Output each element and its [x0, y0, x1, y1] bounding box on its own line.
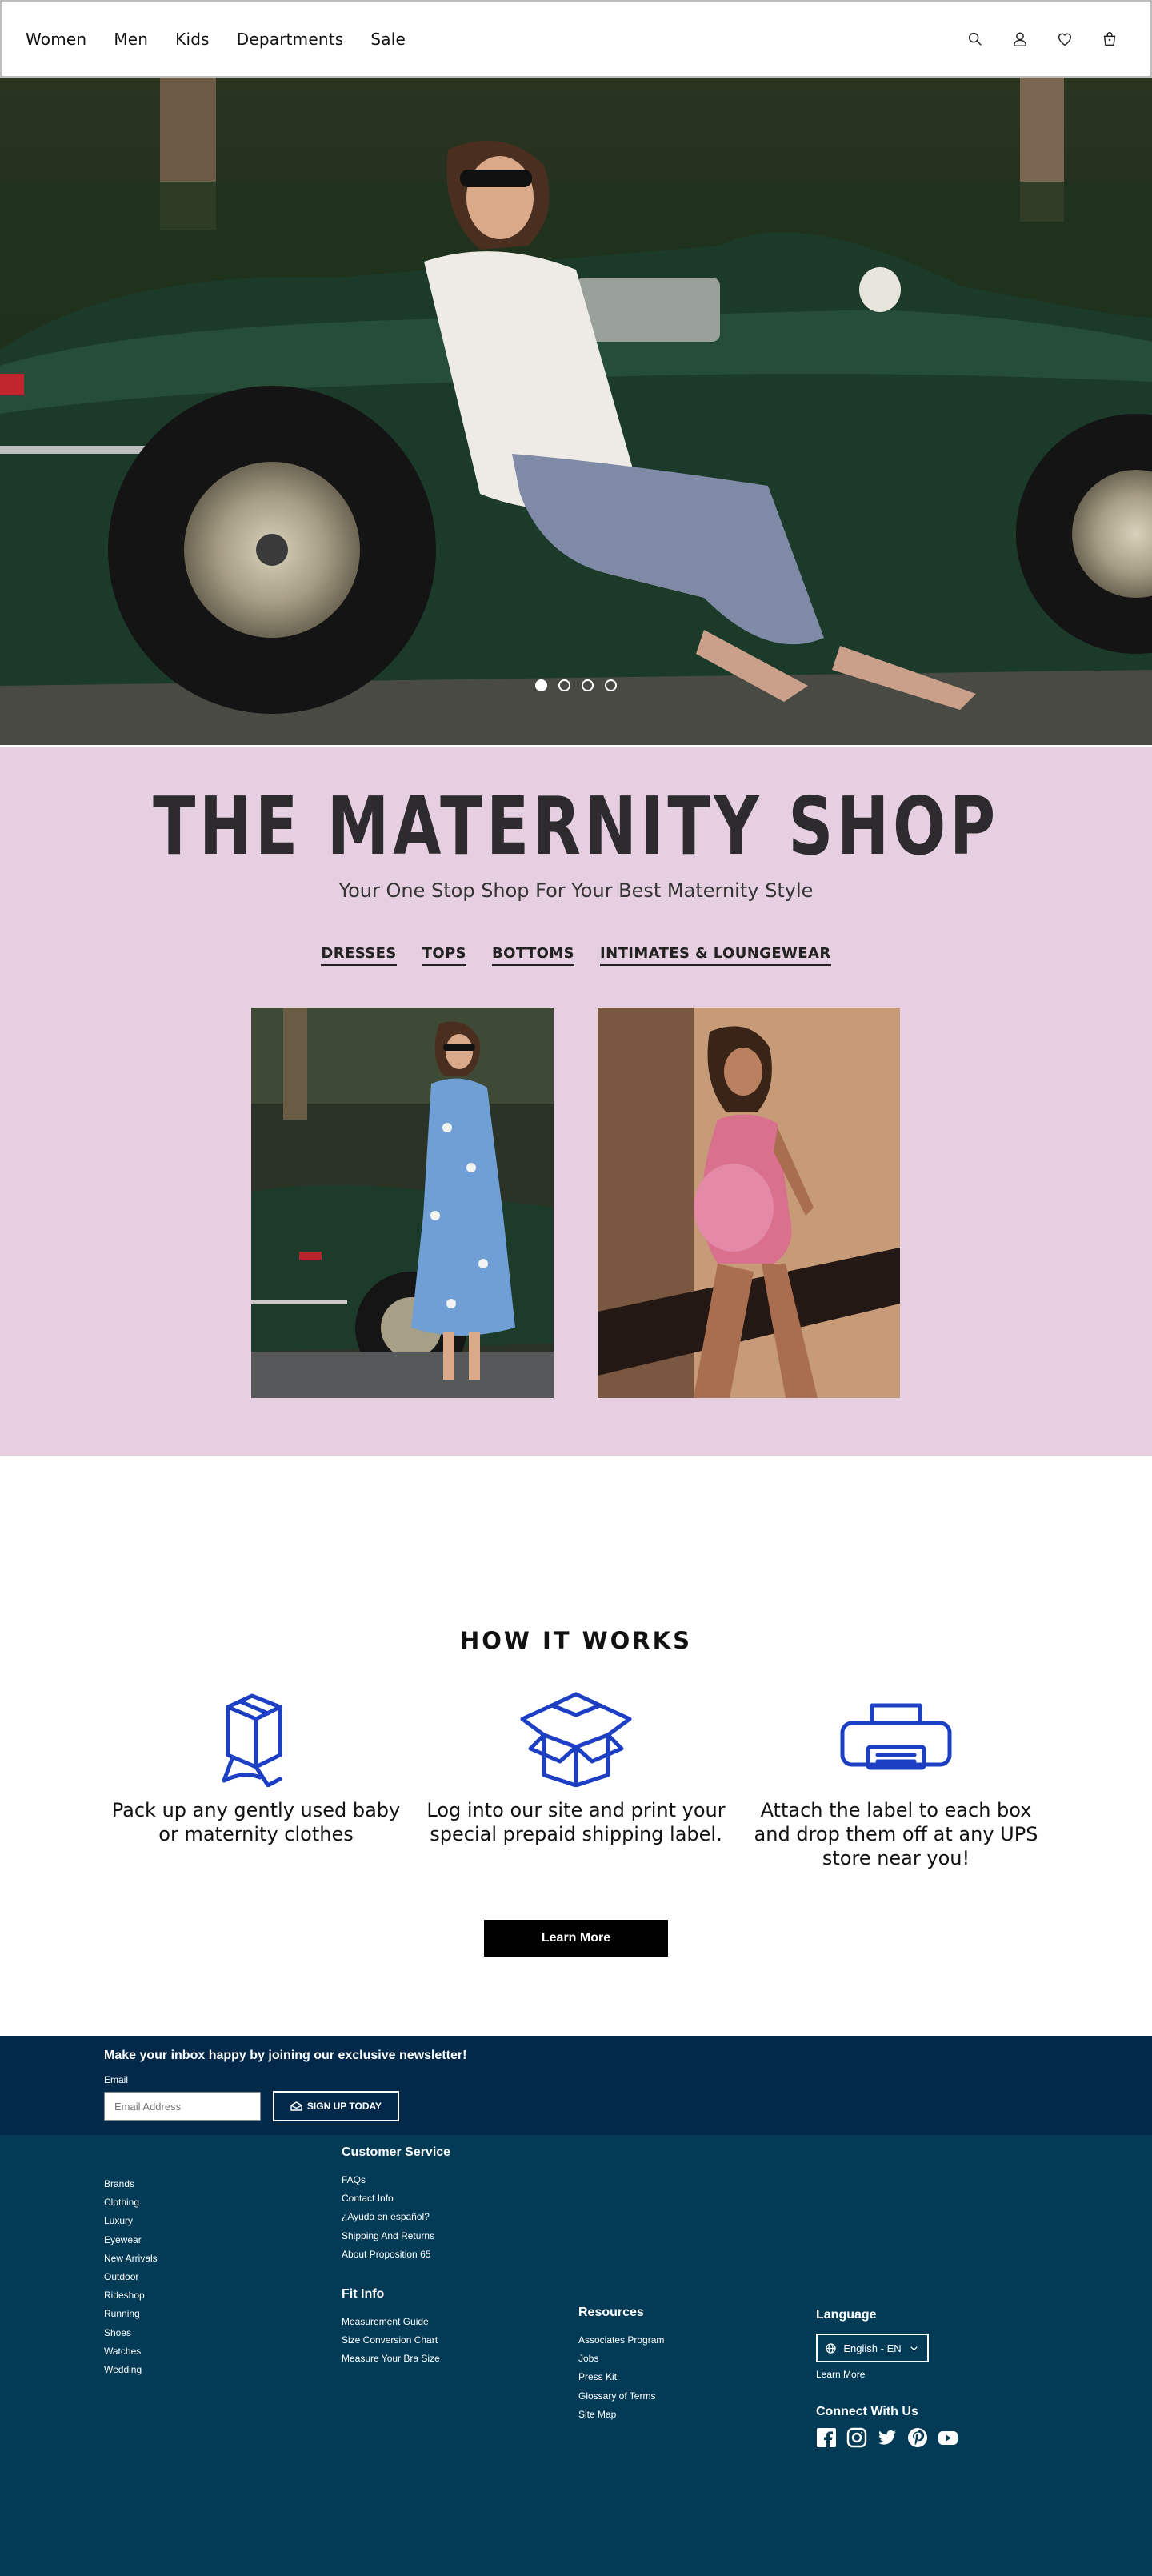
carousel-dot-3[interactable]	[582, 679, 594, 691]
footer-link-rideshop[interactable]: Rideshop	[104, 2286, 158, 2305]
instagram-icon[interactable]	[846, 2427, 867, 2448]
footer-link-bra-size[interactable]: Measure Your Bra Size	[342, 2350, 440, 2368]
language-select[interactable]: English - EN	[816, 2334, 929, 2362]
newsletter-heading: Make your inbox happy by joining our exc…	[104, 2049, 467, 2062]
how-step-2: Log into our site and print your special…	[420, 1689, 732, 1846]
search-icon[interactable]	[966, 30, 984, 48]
email-label: Email	[104, 2074, 129, 2085]
footer-link-brands[interactable]: Brands	[104, 2175, 158, 2193]
how-step-3: Attach the label to each box and drop th…	[740, 1689, 1052, 1870]
footer-link-wedding[interactable]: Wedding	[104, 2361, 158, 2379]
connect-heading: Connect With Us	[816, 2405, 918, 2419]
carousel-dot-4[interactable]	[605, 679, 617, 691]
footer-customer-service-column: Customer Service FAQs Contact Info ¿Ayud…	[342, 2145, 450, 2264]
chevron-down-icon	[910, 2346, 918, 2350]
product-image-dress[interactable]	[251, 1008, 554, 1398]
bag-icon[interactable]	[1101, 30, 1118, 48]
how-step-1-text: Pack up any gently used baby or maternit…	[111, 1799, 401, 1845]
resources-heading: Resources	[578, 2306, 644, 2319]
header-icons	[966, 30, 1118, 48]
footer-link-clothing[interactable]: Clothing	[104, 2193, 158, 2212]
footer-link-jobs[interactable]: Jobs	[578, 2350, 664, 2368]
category-dresses[interactable]: DRESSES	[321, 945, 397, 966]
category-bottoms[interactable]: BOTTOMS	[492, 945, 575, 966]
category-tops[interactable]: TOPS	[422, 945, 467, 966]
maternity-shop-section: THE MATERNITY SHOP Your One Stop Shop Fo…	[0, 745, 1152, 1456]
account-icon[interactable]	[1011, 30, 1029, 48]
package-icon	[222, 1693, 282, 1787]
maternity-categories: DRESSES TOPS BOTTOMS INTIMATES & LOUNGEW…	[0, 945, 1152, 966]
footer-link-contact-info[interactable]: Contact Info	[342, 2189, 450, 2208]
sign-up-label: SIGN UP TODAY	[306, 2101, 382, 2112]
nav-sale[interactable]: Sale	[370, 30, 406, 49]
footer-link-size-conversion[interactable]: Size Conversion Chart	[342, 2331, 440, 2350]
footer-resources-column: Resources Associates Program Jobs Press …	[578, 2306, 664, 2424]
how-it-works-title: HOW IT WORKS	[459, 1627, 692, 1654]
footer-link-watches[interactable]: Watches	[104, 2342, 158, 2361]
twitter-icon[interactable]	[877, 2427, 898, 2448]
footer-link-associates[interactable]: Associates Program	[578, 2331, 664, 2350]
footer-link-shipping-returns[interactable]: Shipping And Returns	[342, 2227, 450, 2245]
footer-link-running[interactable]: Running	[104, 2305, 158, 2323]
sign-up-button[interactable]: SIGN UP TODAY	[273, 2091, 399, 2121]
youtube-icon[interactable]	[938, 2427, 958, 2448]
how-step-2-text: Log into our site and print your special…	[426, 1799, 726, 1845]
hero-image	[0, 78, 1152, 745]
footer-link-outdoor[interactable]: Outdoor	[104, 2268, 158, 2286]
language-heading: Language	[816, 2308, 877, 2322]
heart-icon[interactable]	[1056, 30, 1074, 48]
footer-language-column: Language English - EN Learn More Connect…	[816, 2308, 958, 2449]
maternity-title: THE MATERNITY SHOP	[153, 779, 999, 873]
footer-link-shoes[interactable]: Shoes	[104, 2324, 158, 2342]
footer-link-ayuda[interactable]: ¿Ayuda en español?	[342, 2208, 450, 2226]
footer-link-faqs[interactable]: FAQs	[342, 2171, 450, 2189]
nav-men[interactable]: Men	[114, 30, 148, 49]
nav-women[interactable]: Women	[26, 30, 86, 49]
footer-link-site-map[interactable]: Site Map	[578, 2406, 664, 2424]
fit-info-heading: Fit Info	[342, 2287, 385, 2301]
customer-service-heading: Customer Service	[342, 2145, 451, 2159]
nav-kids[interactable]: Kids	[175, 30, 210, 49]
main-nav: Women Men Kids Departments Sale	[26, 30, 406, 49]
hero-banner[interactable]	[0, 78, 1152, 745]
site-footer: Brands Clothing Luxury Eyewear New Arriv…	[0, 2135, 1152, 2576]
footer-link-new-arrivals[interactable]: New Arrivals	[104, 2249, 158, 2268]
learn-more-button[interactable]: Learn More	[484, 1920, 668, 1957]
pinterest-icon[interactable]	[907, 2427, 928, 2448]
how-step-3-text: Attach the label to each box and drop th…	[754, 1799, 1038, 1869]
page: Women Men Kids Departments Sale THE MATE…	[0, 0, 1152, 2576]
language-learn-more[interactable]: Learn More	[816, 2366, 958, 2384]
footer-link-press-kit[interactable]: Press Kit	[578, 2368, 664, 2386]
maternity-subtitle: Your One Stop Shop For Your Best Materni…	[338, 879, 814, 902]
category-intimates-loungewear[interactable]: INTIMATES & LOUNGEWEAR	[600, 945, 831, 966]
carousel-dot-1[interactable]	[535, 679, 547, 691]
email-field[interactable]	[104, 2092, 261, 2121]
carousel-dot-2[interactable]	[558, 679, 570, 691]
how-step-1: Pack up any gently used baby or maternit…	[100, 1689, 412, 1846]
nav-departments[interactable]: Departments	[237, 30, 344, 49]
facebook-icon[interactable]	[816, 2427, 837, 2449]
open-box-icon	[520, 1692, 632, 1787]
social-links	[816, 2427, 958, 2449]
newsletter-section: Make your inbox happy by joining our exc…	[0, 2036, 1152, 2135]
carousel-dots	[0, 679, 1152, 691]
product-image-swimsuit[interactable]	[598, 1008, 900, 1398]
mail-icon	[290, 2101, 302, 2111]
footer-fit-info-column: Fit Info Measurement Guide Size Conversi…	[342, 2287, 440, 2369]
footer-link-eyewear[interactable]: Eyewear	[104, 2231, 158, 2249]
globe-icon	[826, 2342, 836, 2354]
footer-link-luxury[interactable]: Luxury	[104, 2212, 158, 2230]
footer-brands-column: Brands Clothing Luxury Eyewear New Arriv…	[104, 2175, 158, 2379]
site-header: Women Men Kids Departments Sale	[0, 0, 1152, 78]
footer-link-proposition-65[interactable]: About Proposition 65	[342, 2245, 450, 2264]
footer-link-measurement-guide[interactable]: Measurement Guide	[342, 2313, 440, 2331]
printer-icon	[840, 1703, 952, 1769]
footer-link-glossary[interactable]: Glossary of Terms	[578, 2387, 664, 2406]
language-selected: English - EN	[843, 2342, 902, 2354]
